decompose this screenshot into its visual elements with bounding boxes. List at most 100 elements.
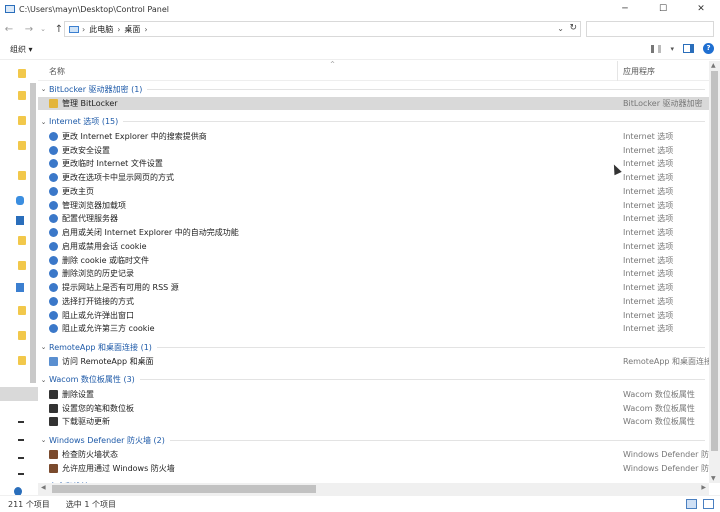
folder-icon[interactable] (18, 141, 26, 150)
list-item[interactable]: 选择打开链接的方式 Internet 选项 (38, 295, 709, 308)
list-item[interactable]: 更改安全设置 Internet 选项 (38, 144, 709, 157)
ie-icon (49, 269, 58, 279)
nav-item-marker[interactable] (18, 421, 24, 423)
list-item[interactable]: 访问 RemoteApp 和桌面 RemoteApp 和桌面连接 (38, 355, 709, 368)
folder-icon[interactable] (18, 116, 26, 125)
nav-item-marker[interactable] (18, 439, 24, 441)
nav-scrollbar[interactable] (30, 61, 36, 495)
scroll-left-arrow-icon[interactable]: ◀ (41, 484, 46, 491)
scroll-down-arrow-icon[interactable]: ▼ (711, 475, 716, 482)
column-header-app[interactable]: 应用程序 (623, 66, 655, 77)
folder-icon[interactable] (18, 171, 26, 180)
group-title[interactable]: RemoteApp 和桌面连接 (1) (49, 342, 152, 353)
list-item[interactable]: 提示网站上是否有可用的 RSS 源 Internet 选项 (38, 281, 709, 294)
title-bar: C:\Users\mayn\Desktop\Control Panel ─ ☐ … (0, 0, 720, 18)
list-item[interactable]: 管理浏览器加载项 Internet 选项 (38, 199, 709, 212)
onedrive-icon[interactable] (16, 196, 24, 205)
group-title[interactable]: Internet 选项 (15) (49, 116, 118, 127)
search-input[interactable] (586, 21, 714, 37)
list-item[interactable]: 下载驱动更新 Wacom 数位板属性 (38, 415, 709, 428)
item-app: Internet 选项 (623, 324, 674, 334)
list-item[interactable]: 阻止或允许第三方 cookie Internet 选项 (38, 322, 709, 335)
collapse-chevron-icon[interactable]: ⌄ (38, 85, 49, 93)
close-button[interactable]: ✕ (682, 0, 720, 18)
horizontal-scrollbar[interactable]: ◀ ▶ (38, 483, 709, 495)
this-pc-icon (69, 25, 79, 33)
list-item[interactable]: 删除 cookie 或临时文件 Internet 选项 (38, 254, 709, 267)
this-pc-icon[interactable] (16, 216, 24, 225)
nav-item-marker[interactable] (18, 457, 24, 459)
folder-icon[interactable] (18, 331, 26, 340)
group-header[interactable]: ⌄ Wacom 数位板属性 (3) (38, 374, 709, 386)
column-divider[interactable] (617, 61, 618, 81)
back-button[interactable]: ← (2, 24, 16, 35)
list-item[interactable]: 启用或关闭 Internet Explorer 中的自动完成功能 Internet… (38, 226, 709, 239)
list-item[interactable]: 更改 Internet Explorer 中的搜索提供商 Internet 选项 (38, 130, 709, 143)
folder-icon[interactable] (18, 69, 26, 78)
list-item[interactable]: 检查防火墙状态 Windows Defender 防火墙 (38, 448, 709, 461)
group-title[interactable]: Windows Defender 防火墙 (2) (49, 435, 165, 446)
list-item[interactable]: 删除浏览的历史记录 Internet 选项 (38, 267, 709, 280)
collapse-chevron-icon[interactable]: ⌄ (38, 343, 49, 351)
item-app: Internet 选项 (623, 145, 674, 155)
horizontal-scrollbar-thumb[interactable] (52, 485, 316, 493)
folder-icon[interactable] (18, 236, 26, 245)
list-item[interactable]: 更改临时 Internet 文件设置 Internet 选项 (38, 157, 709, 170)
vertical-scrollbar[interactable]: ▲ ▼ (709, 61, 720, 483)
collapse-chevron-icon[interactable]: ⌄ (38, 376, 49, 384)
organize-menu-button[interactable]: 组织 ▾ (10, 44, 33, 55)
refresh-button[interactable]: ↻ (569, 23, 577, 33)
item-app: Internet 选项 (623, 173, 674, 182)
group-divider (169, 439, 705, 441)
breadcrumb-separator[interactable]: › (144, 25, 147, 34)
folder-icon[interactable] (18, 261, 26, 270)
group-title[interactable]: BitLocker 驱动器加密 (1) (49, 84, 142, 95)
group-header[interactable]: ⌄ RemoteApp 和桌面连接 (1) (38, 341, 709, 353)
drive-icon[interactable] (16, 283, 24, 292)
large-icons-view-icon[interactable] (703, 499, 714, 509)
list-item[interactable]: 配置代理服务器 Internet 选项 (38, 212, 709, 225)
nav-item-marker[interactable] (18, 473, 24, 475)
list-item[interactable]: 阻止或允许弹出窗口 Internet 选项 (38, 309, 709, 322)
scroll-up-arrow-icon[interactable]: ▲ (711, 62, 716, 69)
breadcrumb-desktop[interactable]: 桌面 (124, 24, 140, 35)
recent-locations-button[interactable]: ⌄ (36, 25, 50, 33)
breadcrumb-separator[interactable]: › (117, 25, 120, 34)
group-header[interactable]: ⌄ BitLocker 驱动器加密 (1) (38, 83, 709, 95)
status-bar: 211 个项目 选中 1 个项目 (0, 495, 720, 512)
list-item[interactable]: 更改主页 Internet 选项 (38, 185, 709, 198)
group-header[interactable]: ⌄ Windows Defender 防火墙 (2) (38, 434, 709, 446)
folder-icon[interactable] (18, 306, 26, 315)
address-dropdown-button[interactable]: ⌄ (557, 24, 564, 33)
minimize-button[interactable]: ─ (606, 0, 644, 18)
scroll-right-arrow-icon[interactable]: ▶ (701, 484, 706, 491)
list-item[interactable]: 设置您的笔和数位板 Wacom 数位板属性 (38, 402, 709, 415)
collapse-chevron-icon[interactable]: ⌄ (38, 118, 49, 126)
maximize-button[interactable]: ☐ (644, 0, 682, 18)
forward-button[interactable]: → (22, 24, 36, 35)
nav-scrollbar-thumb[interactable] (30, 83, 36, 383)
change-view-icon[interactable] (651, 44, 662, 53)
list-item[interactable]: 管理 BitLocker BitLocker 驱动器加密 (38, 97, 709, 110)
folder-icon[interactable] (18, 91, 26, 100)
vertical-scrollbar-thumb[interactable] (711, 71, 718, 451)
address-bar[interactable]: › 此电脑 › 桌面 › ⌄ ↻ (64, 21, 581, 37)
group-divider (139, 379, 705, 381)
preview-pane-icon[interactable] (683, 44, 694, 53)
breadcrumb-this-pc[interactable]: 此电脑 (89, 24, 113, 35)
breadcrumb-separator[interactable]: › (82, 25, 85, 34)
help-icon[interactable]: ? (703, 43, 714, 54)
folder-icon[interactable] (18, 356, 26, 365)
view-dropdown-button[interactable]: ▾ (670, 45, 674, 53)
wacom-icon (49, 403, 58, 413)
column-header-name[interactable]: 名称 (49, 66, 65, 77)
list-item[interactable]: 删除设置 Wacom 数位板属性 (38, 388, 709, 401)
collapse-chevron-icon[interactable]: ⌄ (38, 436, 49, 444)
details-view-icon[interactable] (686, 499, 697, 509)
group-header[interactable]: ⌄ Internet 选项 (15) (38, 116, 709, 128)
group-title[interactable]: Wacom 数位板属性 (3) (49, 374, 135, 385)
list-item[interactable]: 更改在选项卡中显示网页的方式 Internet 选项 (38, 171, 709, 184)
list-item[interactable]: 允许应用通过 Windows 防火墙 Windows Defender 防火墙 (38, 462, 709, 475)
list-item[interactable]: 启用或禁用会话 cookie Internet 选项 (38, 240, 709, 253)
firewall-icon (49, 463, 58, 473)
